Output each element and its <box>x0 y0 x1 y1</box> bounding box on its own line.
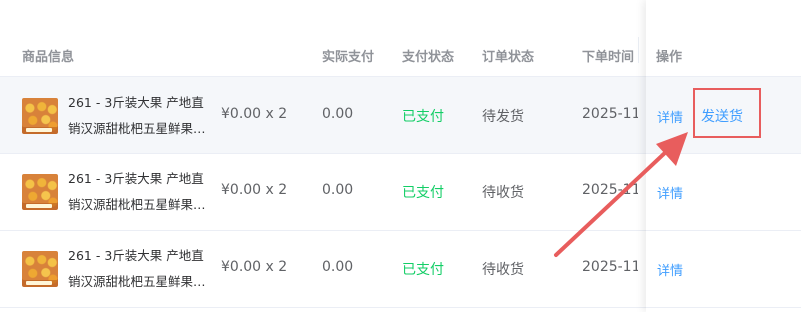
price-quantity: ¥0.00 x 2 <box>221 182 288 198</box>
product-name: 261 - 3斤装大果 产地直 销汉源甜枇杷五星鲜果… <box>68 166 216 218</box>
product-name-line2: 销汉源甜枇杷五星鲜果… <box>68 121 206 136</box>
annotation-highlight-box <box>693 88 761 138</box>
paid-amount: 0.00 <box>322 182 354 198</box>
header-product: 商品信息 <box>22 50 75 65</box>
order-status: 待收货 <box>482 262 524 278</box>
product-thumbnail <box>22 251 58 287</box>
order-status: 待收货 <box>482 185 524 201</box>
price-quantity: ¥0.00 x 2 <box>221 106 288 122</box>
product-name-line1: 261 - 3斤装大果 产地直 <box>68 248 204 263</box>
product-name-line2: 销汉源甜枇杷五星鲜果… <box>68 274 206 289</box>
header-order-status: 订单状态 <box>482 50 535 65</box>
header-pay-status: 支付状态 <box>402 50 455 65</box>
header-column-divider <box>638 37 639 63</box>
order-time: 2025-11-0 <box>582 106 638 122</box>
pay-status: 已支付 <box>402 109 444 125</box>
product-name-line1: 261 - 3斤装大果 产地直 <box>68 95 204 110</box>
paid-amount: 0.00 <box>322 106 354 122</box>
product-name-line2: 销汉源甜枇杷五星鲜果… <box>68 197 206 212</box>
product-thumbnail <box>22 98 58 134</box>
order-status: 待发货 <box>482 109 524 125</box>
product-name: 261 - 3斤装大果 产地直 销汉源甜枇杷五星鲜果… <box>68 90 216 142</box>
order-time: 2025-11-0 <box>582 259 638 275</box>
order-time: 2025-11-0 <box>582 182 638 198</box>
table-row: 261 - 3斤装大果 产地直 销汉源甜枇杷五星鲜果… ¥0.00 x 2 0.… <box>0 154 801 231</box>
detail-link[interactable]: 详情 <box>657 260 683 279</box>
product-thumbnail <box>22 174 58 210</box>
table-row: 261 - 3斤装大果 产地直 销汉源甜枇杷五星鲜果… ¥0.00 x 2 0.… <box>0 77 801 154</box>
pay-status: 已支付 <box>402 185 444 201</box>
detail-link[interactable]: 详情 <box>657 107 683 126</box>
product-name-line1: 261 - 3斤装大果 产地直 <box>68 171 204 186</box>
header-paid-amount: 实际支付 <box>322 50 375 65</box>
price-quantity: ¥0.00 x 2 <box>221 259 288 275</box>
paid-amount: 0.00 <box>322 259 354 275</box>
pay-status: 已支付 <box>402 262 444 278</box>
table-header: 商品信息 实际支付 支付状态 订单状态 下单时间 操作 <box>0 0 801 77</box>
detail-link[interactable]: 详情 <box>657 183 683 202</box>
header-order-time: 下单时间 <box>582 50 635 65</box>
table-row: 261 - 3斤装大果 产地直 销汉源甜枇杷五星鲜果… ¥0.00 x 2 0.… <box>0 231 801 308</box>
header-actions: 操作 <box>656 50 683 65</box>
product-name: 261 - 3斤装大果 产地直 销汉源甜枇杷五星鲜果… <box>68 243 216 295</box>
